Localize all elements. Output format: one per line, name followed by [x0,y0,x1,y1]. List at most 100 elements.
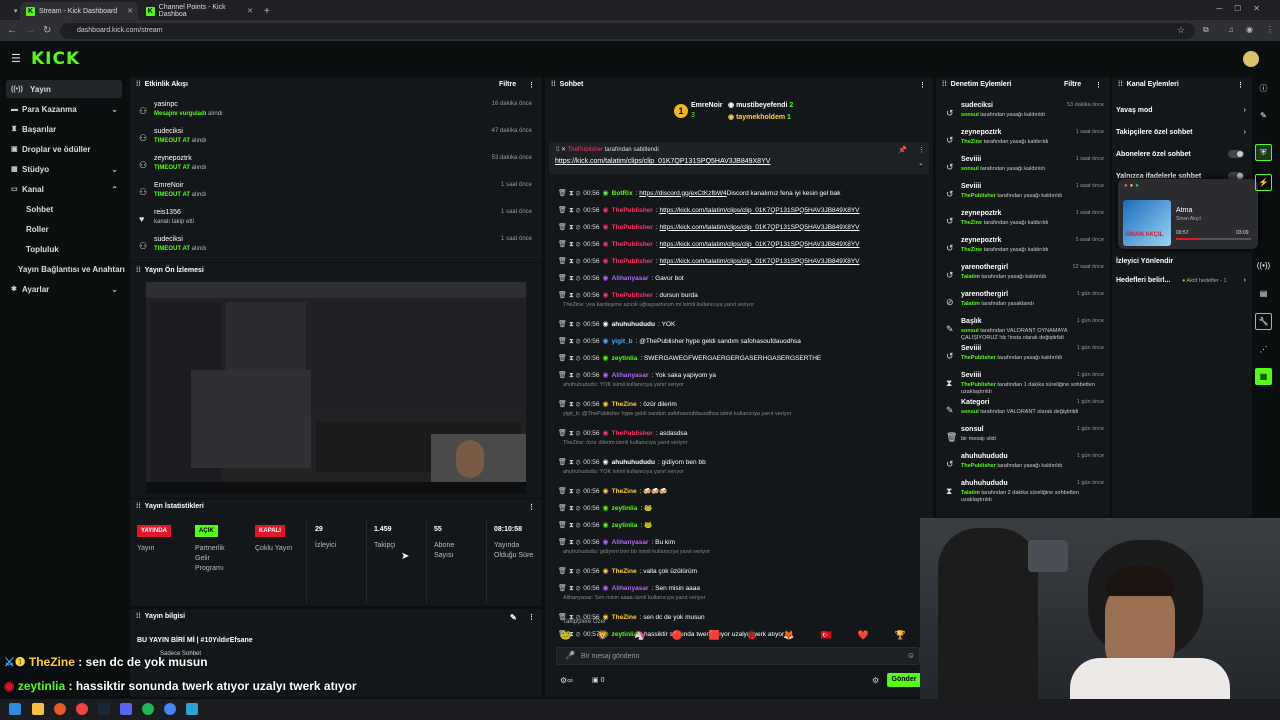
sidebar-item-basarilar[interactable]: ♜ Başarılar [6,120,122,138]
sidebar-sub-roller[interactable]: Roller [26,225,49,234]
close-tab-icon[interactable]: ✕ [247,7,253,15]
chat-username[interactable]: ahuhuhududu [612,321,655,328]
sidebar-item-kanal[interactable]: ▭ Kanal ⌃ [6,180,122,198]
extensions-icon[interactable]: ⧉ [1203,25,1209,35]
message-actions-icon[interactable]: 🗑 ⧗ ⊘ [558,458,580,467]
message-actions-icon[interactable]: 🗑 ⧗ ⊘ [558,371,580,380]
chat-message[interactable]: 🗑 ⧗ ⊘ 00:56 ◉ zeytinlia : 🐸 [558,518,928,532]
spotify-icon[interactable] [142,703,154,715]
message-actions-icon[interactable]: 🗑 ⧗ ⊘ [558,538,580,547]
activity-row[interactable]: ⚇ sudeciksi TIMEOUT AT alındı 1 saat önc… [130,234,540,261]
moderation-row[interactable]: ↺ zeynepoztrk TheZine tarafından yasağı … [940,209,1110,236]
sidebar-item-studyo[interactable]: ▦ Stüdyo ⌄ [6,160,122,178]
close-tab-icon[interactable]: ✕ [127,7,133,15]
set-goals-row[interactable]: Hedefleri belirl... ● Aktif hedefler - 1 › [1116,277,1246,284]
chat-message[interactable]: 🗑 ⧗ ⊘ 00:56 ◉ ThePublisher : https://kic… [558,237,928,251]
url-input[interactable]: dashboard.kick.com/stream [60,23,1195,39]
chat-username[interactable]: ThePublisher [612,241,653,248]
chat-message[interactable]: 🗑 ⧗ ⊘ 00:56 ◉ yigit_b : @ThePublisher hy… [558,334,928,348]
slow-mode-row[interactable]: Yavaş mod › [1116,107,1246,114]
moderation-row[interactable]: ↺ yarenothergirl Talatim tarafından yasa… [940,263,1110,290]
media-icon[interactable]: ♫ [1228,25,1234,34]
profile-icon[interactable]: ◉ [1246,25,1253,34]
moderation-row[interactable]: ⊘ yarenothergirl Talatim tarafından yasa… [940,290,1110,317]
message-actions-icon[interactable]: 🗑 ⧗ ⊘ [558,567,580,576]
moderation-row[interactable]: ↺ Seviiii ThePublisher tarafından yasağı… [940,344,1110,371]
chat-message[interactable]: 🗑 ⧗ ⊘ 00:56 ◉ Alihanyasar : Yok saka yap… [558,368,928,382]
drag-handle-icon[interactable]: ⁞⁞ [136,503,141,510]
chat-input[interactable]: 🎤 Bir mesaj gönderin ☺ [556,647,920,665]
gear-icon[interactable]: ⚙ [872,676,879,685]
shield-icon[interactable]: ⛨ [1255,144,1272,161]
chat-username[interactable]: Alihanyasar [612,539,649,546]
message-actions-icon[interactable]: 🗑 ⧗ ⊘ [558,257,580,266]
avatar[interactable] [1243,51,1259,67]
hamburger-menu-icon[interactable]: ☰ [11,52,21,65]
chat-message[interactable]: 🗑 ⧗ ⊘ 00:56 ◉ TheZine : valla çok üzülür… [558,564,928,578]
edit-pencil-icon[interactable]: ✎ [510,613,517,622]
tab-menu-icon[interactable]: ▾ [8,2,24,20]
message-actions-icon[interactable]: 🗑 ⧗ ⊘ [558,320,580,329]
chat-text[interactable]: https://kick.com/talatim/clips/clip_01K7… [659,241,859,248]
pinned-link[interactable]: https://kick.com/talatim/clips/clip_01K7… [555,158,770,165]
message-actions-icon[interactable]: 🗑 ⧗ ⊘ [558,223,580,232]
chat-message[interactable]: 🗑 ⧗ ⊘ 00:56 ◉ ThePublisher : asdasdsa [558,426,928,440]
message-actions-icon[interactable]: 🗑 ⧗ ⊘ [558,429,580,438]
message-actions-icon[interactable]: 🗑 ⧗ ⊘ [558,504,580,513]
share-icon[interactable]: ⋰ [1255,341,1272,358]
moderation-row[interactable]: ↺ zeynepoztrk TheZine tarafından yasağı … [940,236,1110,263]
unpin-icon[interactable]: 📌 [898,146,907,154]
opera-icon[interactable] [76,703,88,715]
steam-icon[interactable] [98,703,110,715]
info-icon[interactable]: ⓘ [1255,80,1272,97]
moderation-menu-icon[interactable]: ⋮ [1095,81,1102,89]
chat-message[interactable]: 🗑 ⧗ ⊘ 00:56 ◉ ThePublisher : dursun burd… [558,288,928,302]
windows-start-icon[interactable] [9,703,21,715]
message-actions-icon[interactable]: 🗑 ⧗ ⊘ [558,240,580,249]
chat-text[interactable]: https://kick.com/talatim/clips/clip_01K7… [659,224,859,231]
sidebar-item-para-kazanma[interactable]: ▬ Para Kazanma ⌄ [6,100,122,118]
moderation-row[interactable]: ↺ ahuhuhududu ThePublisher tarafından ya… [940,452,1110,479]
emote-row[interactable]: 🐸🦁🦄🔴🟥🐞🦊🇹🇷❤️🏆 [560,630,925,642]
moderation-row[interactable]: ✎ Kategori sonsul tarafından VALORANT ol… [940,398,1110,425]
chat-username[interactable]: zeytinlia [612,355,638,362]
activity-row[interactable]: ⚇ EmreNoir TIMEOUT AT alındı 1 saat önce [130,180,540,207]
message-actions-icon[interactable]: 🗑 ⧗ ⊘ [558,521,580,530]
chat-username[interactable]: TheZine [612,614,637,621]
chat-username[interactable]: yigit_b [612,338,633,345]
wrench-icon[interactable]: 🔧 [1255,313,1272,330]
drag-handle-icon[interactable]: ⁞⁞ [136,613,141,620]
channel-points[interactable]: ▣ 0 [592,676,604,684]
chat-username[interactable]: TheZine [612,568,637,575]
message-actions-icon[interactable]: 🗑 ⧗ ⊘ [558,274,580,283]
sidebar-item-yayin-baglantisi[interactable]: Yayın Bağlantısı ve Anahtarı [18,265,125,274]
chat-username[interactable]: zeytinlia [612,505,638,512]
top-gifter-name[interactable]: EmreNoir [691,102,723,109]
chat-message[interactable]: 🗑 ⧗ ⊘ 00:56 ◉ ThePublisher : https://kic… [558,220,928,234]
activity-filter-button[interactable]: Filtre [499,81,516,88]
chat-menu-icon[interactable]: ⋮ [919,81,926,89]
chat-username[interactable]: ThePublisher [612,224,653,231]
chat-message[interactable]: 🗑 ⧗ ⊘ 00:56 ◉ TheZine : 🍻🍻🍻 [558,484,928,498]
subscribers-only-toggle[interactable] [1228,150,1244,158]
chat-message[interactable]: 🗑 ⧗ ⊘ 00:56 ◉ zeytinlia : 🐸 [558,501,928,515]
chat-message[interactable]: 🗑 ⧗ ⊘ 00:56 ◉ zeytinlia : SWERGAWEGFWERG… [558,351,928,365]
moderation-row[interactable]: ↺ Seviiii ThePublisher tarafından yasağı… [940,182,1110,209]
activity-row[interactable]: ⚇ yasinpc Mesajını vurguladı alındı 16 d… [130,99,540,126]
top-gifter-name[interactable]: ◉ mustibeyefendi 2 [728,101,793,109]
chat-text[interactable]: https://kick.com/talatim/clips/clip_01K7… [659,207,859,214]
window-traffic-lights[interactable]: ●●● [1124,183,1141,189]
message-actions-icon[interactable]: 🗑 ⧗ ⊘ [558,206,580,215]
chat-username[interactable]: ThePublisher [612,292,653,299]
activity-menu-icon[interactable]: ⋮ [528,81,535,89]
discord-icon[interactable] [120,703,132,715]
stats-menu-icon[interactable]: ⋮ [528,503,535,511]
sidebar-sub-topluluk[interactable]: Topluluk [26,245,59,254]
browser-tab-stream[interactable]: K Stream - Kick Dashboard ✕ [20,2,138,20]
moderation-row[interactable]: ↺ Seviiii sonsul tarafından yasağı kaldı… [940,155,1110,182]
calendar-icon[interactable]: ▤ [1255,285,1272,302]
chat-username[interactable]: TheZine [612,488,637,495]
message-actions-icon[interactable]: 🗑 ⧗ ⊘ [558,487,580,496]
chat-username[interactable]: ThePublisher [612,258,653,265]
moderation-row[interactable]: ⧗ ahuhuhududu Talatim tarafından 2 dakik… [940,479,1110,506]
